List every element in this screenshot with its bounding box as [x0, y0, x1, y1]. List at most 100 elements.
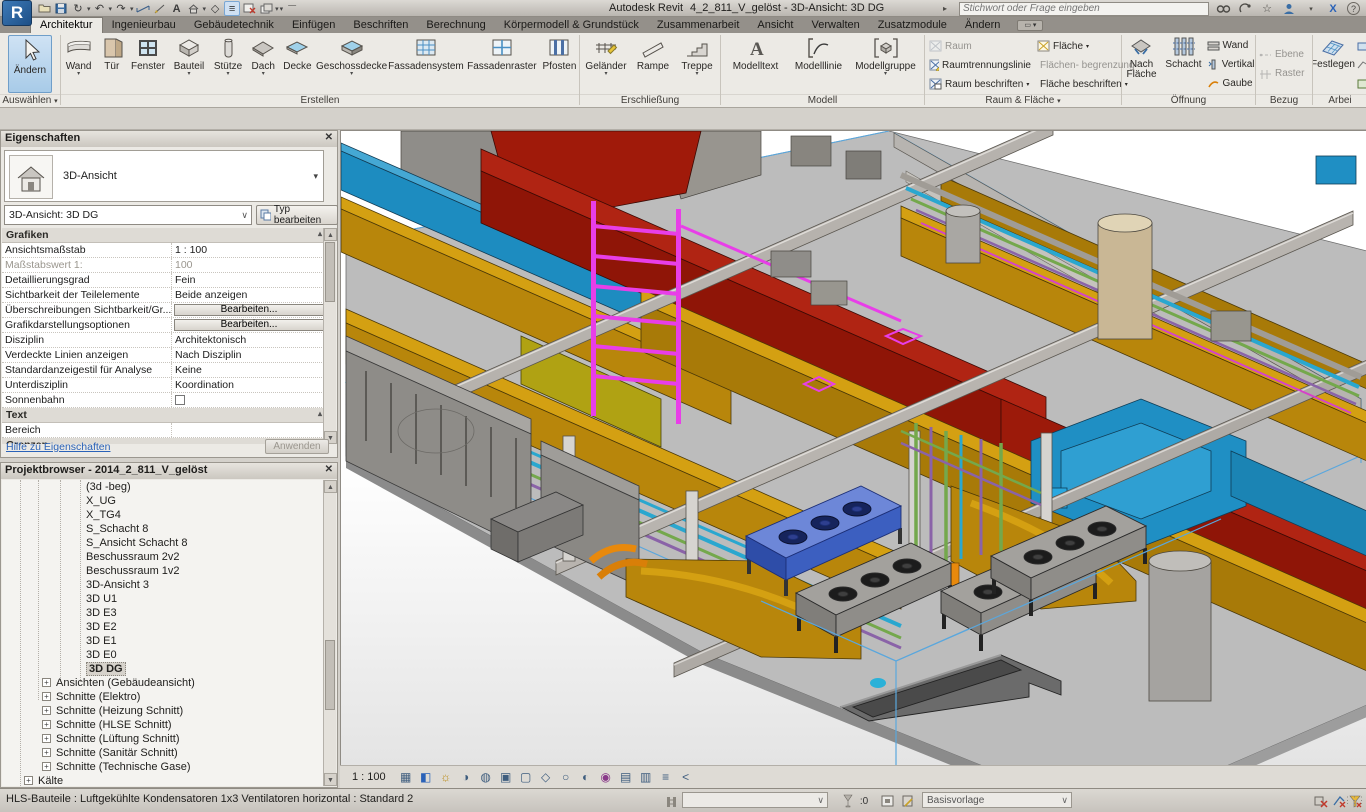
schacht-button[interactable]: Schacht	[1163, 34, 1205, 94]
type-selector-caret-icon[interactable]: ▾	[313, 171, 318, 182]
open-icon[interactable]	[36, 1, 52, 16]
application-menu-button[interactable]: R	[2, 0, 32, 26]
edit-type-button[interactable]: Typ bearbeiten	[256, 205, 338, 225]
edit-overrides-button[interactable]: Bearbeiten...	[174, 304, 324, 316]
fassadenraster-button[interactable]: Fassadenraster	[465, 34, 539, 94]
tree-item[interactable]: X_UG	[2, 494, 323, 508]
tree-item[interactable]: Beschussraum 1v2	[2, 564, 323, 578]
tab-beschriften[interactable]: Beschriften	[344, 18, 417, 33]
type-selector[interactable]: 3D-Ansicht ▾	[4, 150, 324, 202]
section-box-icon[interactable]: ◇	[538, 769, 554, 785]
show-crop-region-icon[interactable]: ▢	[518, 769, 534, 785]
flaeche-beschriften-button[interactable]: Fläche beschriften ▾	[1037, 75, 1123, 94]
property-row[interactable]: Ansichtsmaßstab1 : 100	[2, 243, 326, 258]
3d-viewport[interactable]	[340, 130, 1366, 765]
tree-item[interactable]: +Schnitte (Elektro)	[2, 690, 323, 704]
help-icon[interactable]: ?	[1347, 2, 1360, 15]
shadows-icon[interactable]: ◑	[458, 769, 474, 785]
modelllinie-button[interactable]: Modelllinie	[789, 34, 849, 94]
reveal-hidden-elements-icon[interactable]: ◉	[598, 769, 614, 785]
tab-einfuegen[interactable]: Einfügen	[283, 18, 344, 33]
tuer-button[interactable]: Tür	[97, 34, 126, 94]
sun-path-icon[interactable]: ☼	[438, 769, 454, 785]
aligned-dimension-icon[interactable]	[152, 1, 168, 16]
tree-item[interactable]: +Kälte	[2, 774, 323, 786]
property-row[interactable]: Standardanzeigestil für AnalyseKeine	[2, 363, 326, 378]
worksets-combo[interactable]: ∨	[682, 792, 828, 808]
infocenter-caret-icon[interactable]: ▾	[1303, 1, 1319, 16]
tree-item[interactable]: +Schnitte (Sanitär Schnitt)	[2, 746, 323, 760]
design-options-icon[interactable]	[880, 793, 896, 809]
switch-windows-icon[interactable]	[258, 1, 274, 16]
tree-item[interactable]: +Schnitte (HLSE Schnitt)	[2, 718, 323, 732]
property-row[interactable]: DisziplinArchitektonisch	[2, 333, 326, 348]
tab-verwalten[interactable]: Verwalten	[802, 18, 868, 33]
workplane-viewer-icon[interactable]	[1357, 55, 1366, 74]
pfosten-button[interactable]: Pfosten	[540, 34, 579, 94]
property-row[interactable]: UnterdisziplinKoordination	[2, 378, 326, 393]
view-caret-icon[interactable]: ▾	[203, 5, 207, 13]
default-3d-view-icon[interactable]	[186, 1, 202, 16]
tab-ansicht[interactable]: Ansicht	[748, 18, 802, 33]
design-options-combo[interactable]: Basisvorlage∨	[922, 792, 1072, 808]
fassadensystem-button[interactable]: Fassadensystem	[388, 34, 464, 94]
treppe-button[interactable]: Treppe▾	[676, 34, 718, 94]
panel-label-auswaehlen[interactable]: Auswählen ▾	[0, 94, 60, 107]
bauteil-button[interactable]: Bauteil▾	[169, 34, 208, 94]
worksharing-display-icon[interactable]: ▤	[618, 769, 634, 785]
editing-requests-icon[interactable]	[840, 793, 856, 809]
panel-label-raum-flaeche[interactable]: Raum & Fläche ▾	[925, 94, 1121, 107]
tree-item[interactable]: (3d -beg)	[2, 480, 323, 494]
close-hidden-windows-icon[interactable]	[241, 1, 257, 16]
festlegen-button[interactable]: Festlegen	[1313, 34, 1355, 94]
tab-zusatzmodule[interactable]: Zusatzmodule	[869, 18, 956, 33]
tree-item[interactable]: 3D E1	[2, 634, 323, 648]
raumtrennungslinie-button[interactable]: Raumtrennungslinie	[929, 56, 1031, 75]
property-row[interactable]: DetaillierungsgradFein	[2, 273, 326, 288]
worksets-icon[interactable]	[664, 793, 680, 809]
raum-beschriften-button[interactable]: Raum beschriften ▾	[929, 75, 1031, 94]
property-row[interactable]: Sichtbarkeit der TeilelementeBeide anzei…	[2, 288, 326, 303]
fenster-button[interactable]: Fenster	[127, 34, 168, 94]
wand-button[interactable]: Wand▾	[61, 34, 96, 94]
sign-in-icon[interactable]	[1281, 1, 1297, 16]
modelltext-button[interactable]: AModelltext	[725, 34, 787, 94]
tab-ingenieurbau[interactable]: Ingenieurbau	[103, 18, 185, 33]
project-browser-header[interactable]: Projektbrowser - 2014_2_811_V_gelöst✕	[1, 463, 337, 479]
property-row[interactable]: Verdeckte Linien anzeigenNach Disziplin	[2, 348, 326, 363]
search-icon[interactable]	[1215, 1, 1231, 16]
sync-icon[interactable]: ↻	[70, 1, 86, 16]
tree-item[interactable]: Beschussraum 2v2	[2, 550, 323, 564]
section-icon[interactable]: ◇	[207, 1, 223, 16]
flaeche-button[interactable]: Fläche ▾	[1037, 37, 1123, 56]
temporary-hide-isolate-icon[interactable]: ◐	[578, 769, 594, 785]
tree-item[interactable]: 3D E2	[2, 620, 323, 634]
qat-customize-icon[interactable]: ▾	[280, 5, 284, 13]
tree-item[interactable]: +Schnitte (Heizung Schnitt)	[2, 704, 323, 718]
project-browser-close-icon[interactable]: ✕	[325, 464, 333, 475]
detail-level-icon[interactable]: ▦	[398, 769, 414, 785]
viewbar-collapse-icon[interactable]: <	[678, 769, 694, 785]
project-browser-scrollbar[interactable]: ▲ ▼	[323, 480, 336, 786]
property-row[interactable]: Bereich	[2, 423, 326, 438]
search-input[interactable]	[959, 2, 1209, 16]
section-grafiken[interactable]: Grafiken▴	[2, 228, 326, 243]
modify-button[interactable]: Ändern	[8, 35, 52, 93]
favorites-star-icon[interactable]: ☆	[1259, 1, 1275, 16]
nach-flaeche-button[interactable]: Nach Fläche	[1123, 34, 1161, 94]
oeffnung-wand-button[interactable]: Wand	[1207, 36, 1255, 55]
unlock-view-icon[interactable]: ○	[558, 769, 574, 785]
properties-header[interactable]: Eigenschaften✕	[1, 131, 337, 147]
tree-item[interactable]: 3D U1	[2, 592, 323, 606]
oeffnung-gaube-button[interactable]: Gaube	[1207, 74, 1255, 93]
exchange-apps-icon[interactable]: X	[1325, 1, 1341, 16]
tree-item[interactable]: X_TG4	[2, 508, 323, 522]
dach-button[interactable]: Dach▾	[248, 34, 279, 94]
rendering-dialog-icon[interactable]: ◍	[478, 769, 494, 785]
tree-item-selected[interactable]: 3D DG	[2, 662, 323, 676]
stuetze-button[interactable]: Stütze▾	[210, 34, 247, 94]
decke-button[interactable]: Decke	[280, 34, 315, 94]
tree-item[interactable]: S_Ansicht Schacht 8	[2, 536, 323, 550]
show-constraints-icon[interactable]: ≡	[658, 769, 674, 785]
sonnenbahn-checkbox[interactable]	[175, 395, 185, 405]
